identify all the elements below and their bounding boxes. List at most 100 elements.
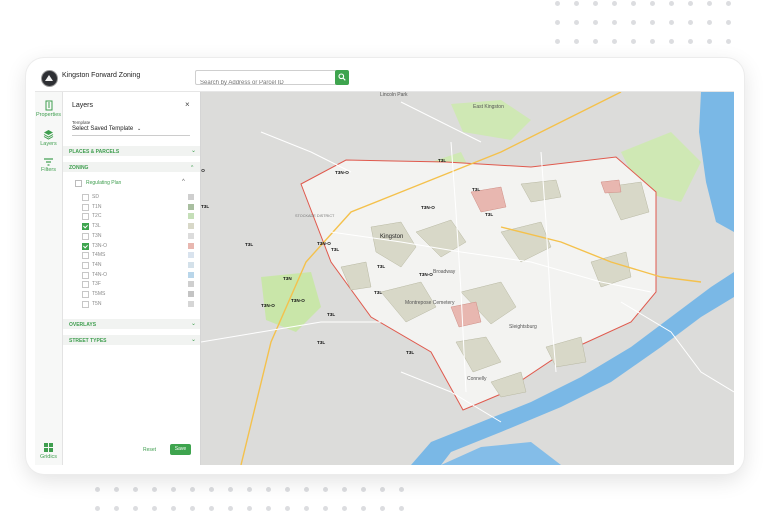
layer-checkbox[interactable] xyxy=(82,232,89,240)
zoning-layer-row[interactable]: T5MS xyxy=(82,290,194,298)
left-nav-rail: Properties Layers Filters Gridics xyxy=(35,92,63,465)
nav-gridics[interactable]: Gridics xyxy=(35,442,62,460)
decorative-dot xyxy=(555,1,560,6)
decorative-dot xyxy=(669,1,674,6)
section-overlays[interactable]: OVERLAYS ⌄ xyxy=(63,319,200,329)
decorative-dot xyxy=(593,1,598,6)
decorative-dot xyxy=(707,20,712,25)
nav-filters[interactable]: Filters xyxy=(35,157,62,173)
decorative-dot xyxy=(209,506,214,511)
map-place-label: East Kingston xyxy=(473,104,504,110)
section-overlays-label: OVERLAYS xyxy=(69,322,97,328)
layer-label: T3N xyxy=(92,232,102,239)
search-input[interactable] xyxy=(196,77,334,89)
decorative-dot xyxy=(380,506,385,511)
chevron-up-icon[interactable]: ^ xyxy=(182,179,185,185)
layer-checkbox[interactable] xyxy=(82,194,89,201)
decorative-dot xyxy=(228,506,233,511)
decorative-dot xyxy=(399,487,404,492)
panel-title: Layers xyxy=(72,102,94,109)
zoning-layer-row[interactable]: SD xyxy=(82,193,194,201)
reset-button[interactable]: Reset xyxy=(143,447,156,453)
layer-color-swatch xyxy=(188,261,194,268)
decorative-dot xyxy=(152,506,157,511)
zone-label: T3L xyxy=(327,312,336,317)
layer-checkbox[interactable] xyxy=(82,261,89,269)
layer-checkbox[interactable] xyxy=(82,252,89,260)
section-street-types[interactable]: STREET TYPES ⌄ xyxy=(63,335,200,345)
layers-panel: Layers × Template Select Saved Template … xyxy=(63,92,201,465)
map-place-label: Broadway xyxy=(433,269,456,275)
decorative-dot xyxy=(114,487,119,492)
search-button[interactable] xyxy=(335,70,349,85)
layer-checkbox[interactable] xyxy=(82,213,89,221)
template-label: Template xyxy=(72,120,91,125)
building-icon xyxy=(45,100,52,111)
layer-checkbox[interactable] xyxy=(82,291,89,298)
zoning-layer-row[interactable]: T3N xyxy=(82,232,194,240)
app-screen: Kingston Forward Zoning Properties xyxy=(35,64,734,465)
map-place-label: STOCKADE DISTRICT xyxy=(295,214,335,218)
grid-icon xyxy=(44,443,53,452)
app-logo-icon[interactable] xyxy=(41,70,58,87)
zone-label: T3L xyxy=(406,350,415,355)
decorative-dot xyxy=(152,487,157,492)
chevron-down-icon: ⌄ xyxy=(191,321,197,327)
decorative-dot xyxy=(361,506,366,511)
close-icon[interactable]: × xyxy=(185,100,190,109)
search-box[interactable] xyxy=(195,70,337,89)
section-zoning[interactable]: ZONING ^ xyxy=(63,162,200,172)
top-bar: Kingston Forward Zoning xyxy=(35,64,734,92)
chevron-up-icon: ^ xyxy=(191,165,194,171)
nav-layers[interactable]: Layers xyxy=(35,129,62,147)
layer-color-swatch xyxy=(188,213,194,220)
section-places-parcels[interactable]: PLACES & PARCELS ⌄ xyxy=(63,146,200,156)
map-place-label: Montrepose Cemetery xyxy=(405,300,455,306)
decorative-dot xyxy=(688,1,693,6)
zone-label: T3N-O xyxy=(261,303,275,308)
save-button[interactable]: Save xyxy=(170,444,191,455)
app-title: Kingston Forward Zoning xyxy=(62,72,141,79)
zoning-map[interactable]: T3N-OT3LT3N-OT3LT3NT3LT3N-OT3LT3N-OT3LT3… xyxy=(201,92,734,465)
decorative-dot xyxy=(304,506,309,511)
zone-label: T3L xyxy=(201,204,210,209)
decorative-dot xyxy=(304,487,309,492)
layer-checkbox[interactable] xyxy=(82,223,89,231)
zone-label: T3L xyxy=(245,242,254,247)
zoning-layer-row[interactable]: T2C xyxy=(82,212,194,221)
layer-checkbox[interactable] xyxy=(82,300,89,308)
search-icon xyxy=(338,73,346,81)
layer-label: T5MS xyxy=(92,291,106,297)
zoning-layer-row[interactable]: T4MS xyxy=(82,251,194,260)
zoning-layer-row[interactable]: T3N-O xyxy=(82,242,194,250)
zoning-layer-row[interactable]: T4N-O xyxy=(82,271,194,279)
zoning-layer-row[interactable]: T1N xyxy=(82,203,194,211)
layer-checkbox[interactable] xyxy=(82,203,89,211)
decorative-dot xyxy=(285,487,290,492)
layer-checkbox[interactable] xyxy=(82,271,89,279)
layer-checkbox[interactable] xyxy=(82,242,89,250)
template-select[interactable]: Select Saved Template ⌄ xyxy=(72,126,190,136)
decorative-dot xyxy=(323,487,328,492)
zoning-layer-row[interactable]: T5N xyxy=(82,300,194,308)
decorative-dot xyxy=(171,487,176,492)
decorative-dot xyxy=(171,506,176,511)
zoning-layer-row[interactable]: T4N xyxy=(82,261,194,269)
decorative-dot xyxy=(190,487,195,492)
zoning-layer-row[interactable]: T3L xyxy=(82,222,194,231)
zoning-layer-row[interactable]: T3F xyxy=(82,280,194,289)
decorative-dot xyxy=(574,39,579,44)
zone-label: T3N-O xyxy=(291,298,305,303)
decorative-dot xyxy=(323,506,328,511)
decorative-dot xyxy=(266,487,271,492)
map-canvas[interactable] xyxy=(201,92,734,465)
zone-label: T3N-O xyxy=(201,168,205,173)
decorative-dot xyxy=(650,1,655,6)
regulating-plan-checkbox[interactable] xyxy=(75,180,82,187)
layer-checkbox[interactable] xyxy=(82,281,89,289)
decorative-dot xyxy=(650,20,655,25)
nav-properties[interactable]: Properties xyxy=(35,100,62,118)
decorative-dot xyxy=(631,20,636,25)
zone-label: T3N-O xyxy=(421,205,435,210)
zone-label: T3L xyxy=(374,290,383,295)
